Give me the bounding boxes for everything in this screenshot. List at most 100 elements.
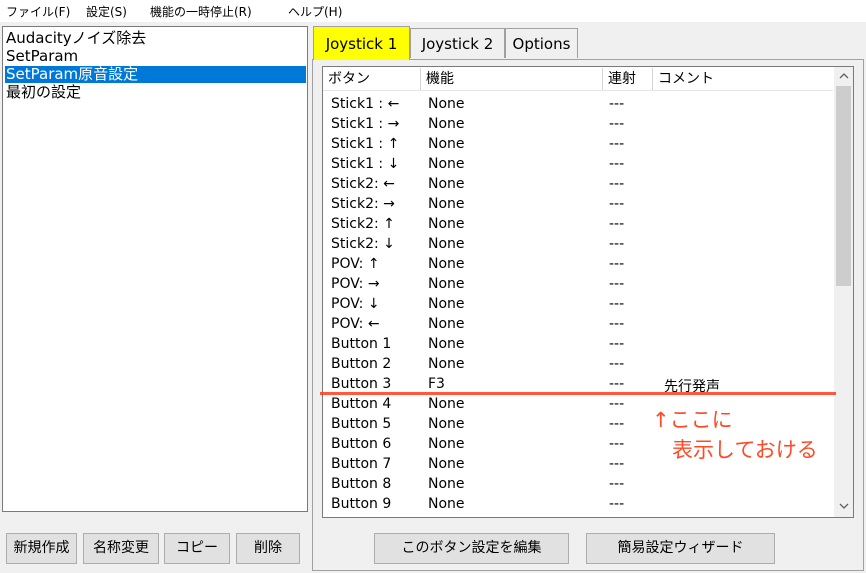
table-row[interactable]: Button 3 F3 --- 先行発声 (323, 374, 833, 395)
cell-function: None (428, 296, 465, 312)
cell-rapid: --- (609, 376, 625, 392)
table-row[interactable]: Button 8 None --- (323, 474, 833, 494)
table-row[interactable]: Button 10 None (323, 514, 833, 517)
column-header-function[interactable]: 機能 (421, 68, 603, 90)
scroll-thumb[interactable] (836, 86, 851, 286)
menu-bar: ファイル(F) 設定(S) 機能の一時停止(R) ヘルプ(H) (0, 0, 866, 22)
table-row[interactable]: Button 4 None --- (323, 394, 833, 414)
cell-function: None (428, 256, 465, 272)
cell-button: POV: ↓ (331, 296, 380, 312)
column-header-button[interactable]: ボタン (323, 68, 421, 90)
header-divider (323, 90, 833, 91)
table-row[interactable]: Stick2: ↓ None --- (323, 234, 833, 254)
table-row[interactable]: Stick1 : ← None --- (323, 94, 833, 114)
column-header-comment[interactable]: コメント (653, 68, 833, 90)
cell-rapid: --- (609, 436, 625, 452)
table-row[interactable]: POV: ← None --- (323, 314, 833, 334)
cell-button: POV: ↑ (331, 256, 380, 272)
menu-pause[interactable]: 機能の一時停止(R) (150, 3, 252, 20)
column-header-rapid[interactable]: 連射 (603, 68, 653, 90)
cell-function: None (428, 436, 465, 452)
cell-rapid: --- (609, 416, 625, 432)
cell-function: None (428, 336, 465, 352)
table-row[interactable]: Button 2 None --- (323, 354, 833, 374)
cell-function: None (428, 196, 465, 212)
copy-button[interactable]: コピー (164, 533, 230, 564)
cell-rapid: --- (609, 456, 625, 472)
cell-rapid: --- (609, 316, 625, 332)
cell-function: F3 (428, 376, 445, 392)
cell-function: None (428, 276, 465, 292)
cell-rapid: --- (609, 136, 625, 152)
new-button[interactable]: 新規作成 (6, 533, 77, 564)
cell-rapid: --- (609, 176, 625, 192)
cell-function: None (428, 496, 465, 512)
cell-rapid: --- (609, 476, 625, 492)
cell-rapid: --- (609, 216, 625, 232)
table-row[interactable]: Button 5 None --- (323, 414, 833, 434)
cell-button: Stick2: ↓ (331, 236, 395, 252)
table-row[interactable]: Stick1 : → None --- (323, 114, 833, 134)
edit-button-setting-button[interactable]: このボタン設定を編集 (374, 533, 569, 564)
cell-rapid: --- (609, 396, 625, 412)
cell-button: Button 7 (331, 456, 392, 472)
cell-function: None (428, 116, 465, 132)
scroll-up-icon[interactable] (834, 68, 853, 86)
cell-button: Button 5 (331, 416, 392, 432)
table-row[interactable]: Stick1 : ↑ None --- (323, 134, 833, 154)
table-row[interactable]: Button 1 None --- (323, 334, 833, 354)
annotation-underline (320, 392, 836, 395)
cell-button: Stick2: ↑ (331, 216, 395, 232)
cell-rapid: --- (609, 156, 625, 172)
table-row[interactable]: POV: → None --- (323, 274, 833, 294)
cell-rapid: --- (609, 296, 625, 312)
cell-rapid: --- (609, 276, 625, 292)
delete-button[interactable]: 削除 (236, 533, 300, 564)
cell-button: Button 3 (331, 376, 392, 392)
setup-wizard-button[interactable]: 簡易設定ウィザード (586, 533, 775, 564)
tab-joystick-2[interactable]: Joystick 2 (410, 28, 505, 58)
table-row[interactable]: Stick2: ↑ None --- (323, 214, 833, 234)
table-row[interactable]: POV: ↓ None --- (323, 294, 833, 314)
cell-button: POV: ← (331, 316, 380, 332)
cell-function: None (428, 316, 465, 332)
cell-button: Button 4 (331, 396, 392, 412)
cell-rapid: --- (609, 256, 625, 272)
menu-help[interactable]: ヘルプ(H) (288, 3, 342, 20)
cell-function: None (428, 156, 465, 172)
cell-function: None (428, 96, 465, 112)
cell-function: None (428, 456, 465, 472)
profile-item[interactable]: SetParam (5, 48, 78, 65)
annotation-text-line2: 表示しておける (672, 438, 818, 462)
profile-item-selected[interactable]: SetParam原音設定 (5, 66, 306, 83)
table-row[interactable]: Stick2: ← None --- (323, 174, 833, 194)
tab-options[interactable]: Options (505, 28, 578, 58)
cell-function: None (428, 136, 465, 152)
profile-item[interactable]: Audacityノイズ除去 (5, 30, 146, 47)
cell-rapid: --- (609, 236, 625, 252)
scroll-down-icon[interactable] (834, 498, 853, 516)
cell-function: None (428, 176, 465, 192)
cell-function: None (428, 476, 465, 492)
menu-file[interactable]: ファイル(F) (6, 3, 70, 20)
cell-function: None (428, 356, 465, 372)
cell-function: None (428, 396, 465, 412)
profile-item[interactable]: 最初の設定 (5, 84, 81, 101)
menu-settings[interactable]: 設定(S) (86, 3, 127, 20)
cell-button: Button 10 (331, 516, 400, 517)
cell-button: Button 2 (331, 356, 392, 372)
table-row[interactable]: Stick2: → None --- (323, 194, 833, 214)
table-row[interactable]: Stick1 : ↓ None --- (323, 154, 833, 174)
tab-joystick-1[interactable]: Joystick 1 (313, 26, 410, 60)
table-row[interactable]: Button 9 None --- (323, 494, 833, 514)
cell-function: None (428, 416, 465, 432)
table-row[interactable]: POV: ↑ None --- (323, 254, 833, 274)
cell-button: Stick2: ← (331, 176, 395, 192)
cell-button: Button 8 (331, 476, 392, 492)
vertical-scrollbar[interactable] (834, 67, 853, 517)
cell-button: Button 1 (331, 336, 392, 352)
rename-button[interactable]: 名称変更 (83, 533, 159, 564)
cell-function: None (428, 236, 465, 252)
profile-list[interactable]: Audacityノイズ除去 SetParam SetParam原音設定 最初の設… (2, 26, 308, 512)
cell-rapid: --- (609, 496, 625, 512)
